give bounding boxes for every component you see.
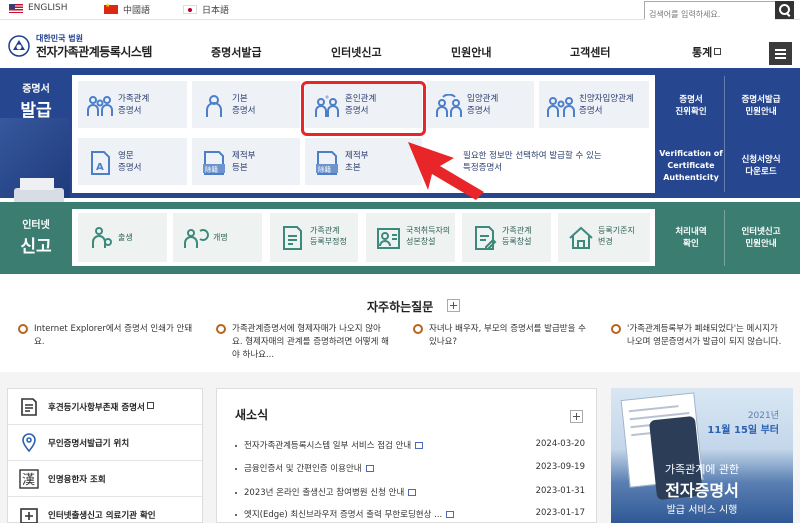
lang-japanese[interactable]: 日本語 [183, 3, 229, 16]
question-icon [216, 324, 226, 334]
question-icon [413, 324, 423, 334]
news-item[interactable]: 전자가족관계등록시스템 일부 서비스 점검 안내 2024-03-20 [235, 439, 585, 451]
tile-removed-register-extract[interactable]: 除籍 제적부 초본 [305, 138, 422, 185]
tile-naturalized-surname[interactable]: 국적취득자의 성본창설 [366, 213, 455, 262]
news-item[interactable]: 엣지(Edge) 최신브라우저 증명서 출력 무한로딩현상 ... 2023-01… [235, 508, 585, 520]
birth-icon [92, 227, 112, 248]
verification-authenticity-link[interactable]: Verification of Certificate Authenticity [658, 148, 724, 184]
tile-birth-report[interactable]: 출생 [78, 213, 167, 262]
nationality-icon [377, 228, 400, 249]
report-civil-guide-link[interactable]: 인터넷신고 민원안내 [725, 226, 797, 250]
attachment-icon [415, 442, 424, 449]
lang-english[interactable]: ENGLISH [9, 3, 68, 13]
cn-flag-icon [104, 2, 118, 14]
lang-chinese[interactable]: 中國語 [104, 2, 150, 16]
news-title: 새소식 [235, 408, 269, 422]
faq-item[interactable]: '가족관계등록부가 폐쇄되었다'는 메시지가 나오며 영문증명서가 발급이 되지 … [611, 323, 797, 349]
faq-item[interactable]: Internet Explorer에서 증명서 인쇄가 안돼 요. [18, 323, 198, 349]
house-icon [569, 226, 593, 249]
quick-links: 후견등기사항부존재 증명서 무인증명서발급기 위치 漢 인명용한자 조회 인터넷… [7, 388, 203, 523]
external-link-icon [714, 48, 722, 55]
family-icon [547, 97, 575, 117]
quick-link-hanja-search[interactable]: 漢 인명용한자 조회 [8, 461, 202, 497]
gnb-civil-guide[interactable]: 민원안내 [451, 44, 491, 60]
location-icon [22, 433, 36, 453]
hospital-icon [20, 508, 38, 523]
issue-civil-guide-link[interactable]: 증명서발급 민원안내 [725, 94, 797, 118]
news-item[interactable]: 금융인증서 및 간편인증 이용안내 2023-09-19 [235, 462, 585, 474]
tile-rename-report[interactable]: 개명 [173, 213, 262, 262]
quick-link-guardianship[interactable]: 후견등기사항부존재 증명서 [8, 389, 202, 425]
tile-full-adoption-certificate[interactable]: 친양자입양관계 증명서 [539, 81, 649, 128]
process-history-link[interactable]: 처리내역 확인 [658, 226, 724, 250]
search-button[interactable] [775, 1, 794, 19]
report-section-title: 인터넷 신고 [20, 220, 52, 257]
gnb-internet-report[interactable]: 인터넷신고 [331, 44, 382, 60]
gnb-customer-center[interactable]: 고객센터 [570, 44, 610, 60]
form-download-link[interactable]: 신청서양식 다운로드 [725, 154, 797, 178]
e-certificate-banner[interactable]: 2021년 11월 15일 부터 가족관계에 관한 전자증명서 발급 서비스 시… [611, 388, 793, 523]
attachment-icon [408, 489, 417, 496]
rename-icon [184, 229, 209, 248]
register-correction-icon [283, 226, 302, 250]
external-link-icon [146, 402, 154, 409]
svg-text:除籍: 除籍 [205, 165, 219, 174]
tile-english-certificate[interactable]: A 영문 증명서 [78, 138, 187, 185]
svg-text:除籍: 除籍 [318, 165, 332, 174]
faq-item[interactable]: 자녀나 배우자, 부모의 증명서를 발급받을 수 있나요? [413, 323, 593, 349]
tile-basic-certificate[interactable]: 기본 증명서 [192, 81, 300, 128]
hamburger-menu-button[interactable] [769, 42, 792, 65]
us-flag-icon [9, 3, 23, 13]
header: 대한민국 법원 전자가족관계등록시스템 증명서발급 인터넷신고 민원안내 고객센… [0, 20, 800, 68]
removed-register-icon: 除籍 [203, 151, 225, 175]
jp-flag-icon [183, 5, 197, 14]
verify-certificate-link[interactable]: 증명서 진위확인 [658, 94, 724, 118]
issue-section-title: 증명서 발급 [20, 84, 52, 121]
tile-register-creation[interactable]: 가족관계 등록창설 [462, 213, 551, 262]
pointer-arrow-icon [408, 142, 484, 200]
attachment-icon [446, 511, 455, 518]
internet-report-section: 인터넷 신고 출생 개명 가족관계 등록부정정 국적취득자의 성본창설 가족관계 등록… [0, 202, 800, 274]
removed-register-icon: 除籍 [316, 151, 338, 175]
person-icon [206, 95, 222, 117]
svg-text:A: A [96, 162, 104, 173]
printer-photo [0, 118, 70, 226]
attachment-icon [365, 465, 374, 472]
tile-family-certificate[interactable]: 가족관계 증명서 [78, 81, 187, 128]
gnb-statistics[interactable]: 통계 [692, 44, 722, 60]
gnb-certificate[interactable]: 증명서발급 [211, 44, 262, 60]
adoption-icon [436, 94, 462, 117]
svg-text:漢: 漢 [22, 473, 35, 488]
news-more-button[interactable] [570, 410, 583, 423]
search-box [644, 1, 794, 23]
quick-link-kiosk-location[interactable]: 무인증명서발급기 위치 [8, 425, 202, 461]
question-icon [18, 324, 28, 334]
hanja-icon: 漢 [19, 469, 39, 489]
document-icon [21, 398, 37, 416]
court-emblem-icon [8, 35, 30, 57]
tile-removed-register-copy[interactable]: 除籍 제적부 등본 [192, 138, 300, 185]
quick-link-birth-hospital[interactable]: 인터넷출생신고 의료기관 확인 [8, 497, 202, 523]
english-doc-icon: A [91, 151, 110, 175]
highlight-box [301, 81, 426, 136]
family-icon [87, 96, 113, 116]
news-item[interactable]: 2023년 온라인 출생신고 참여병원 신청 안내 2023-01-31 [235, 486, 585, 498]
top-bar: ENGLISH 中國語 日本語 [0, 0, 800, 23]
faq-item[interactable]: 가족관계증명서에 형제자매가 나오지 않아 요. 형제자매의 관계를 증명하려면 … [216, 323, 396, 362]
tile-register-correction[interactable]: 가족관계 등록부정정 [270, 213, 358, 262]
news-panel: 새소식 전자가족관계등록시스템 일부 서비스 점검 안내 2024-03-20 금… [216, 388, 597, 523]
question-icon [611, 324, 621, 334]
faq-title: 자주하는질문 [367, 300, 434, 314]
faq-more-button[interactable] [447, 299, 460, 312]
tile-register-base-change[interactable]: 등록기준지 변경 [558, 213, 650, 262]
register-create-icon [475, 226, 497, 250]
tile-adoption-certificate[interactable]: 입양관계 증명서 [427, 81, 534, 128]
hamburger-icon [775, 49, 786, 51]
